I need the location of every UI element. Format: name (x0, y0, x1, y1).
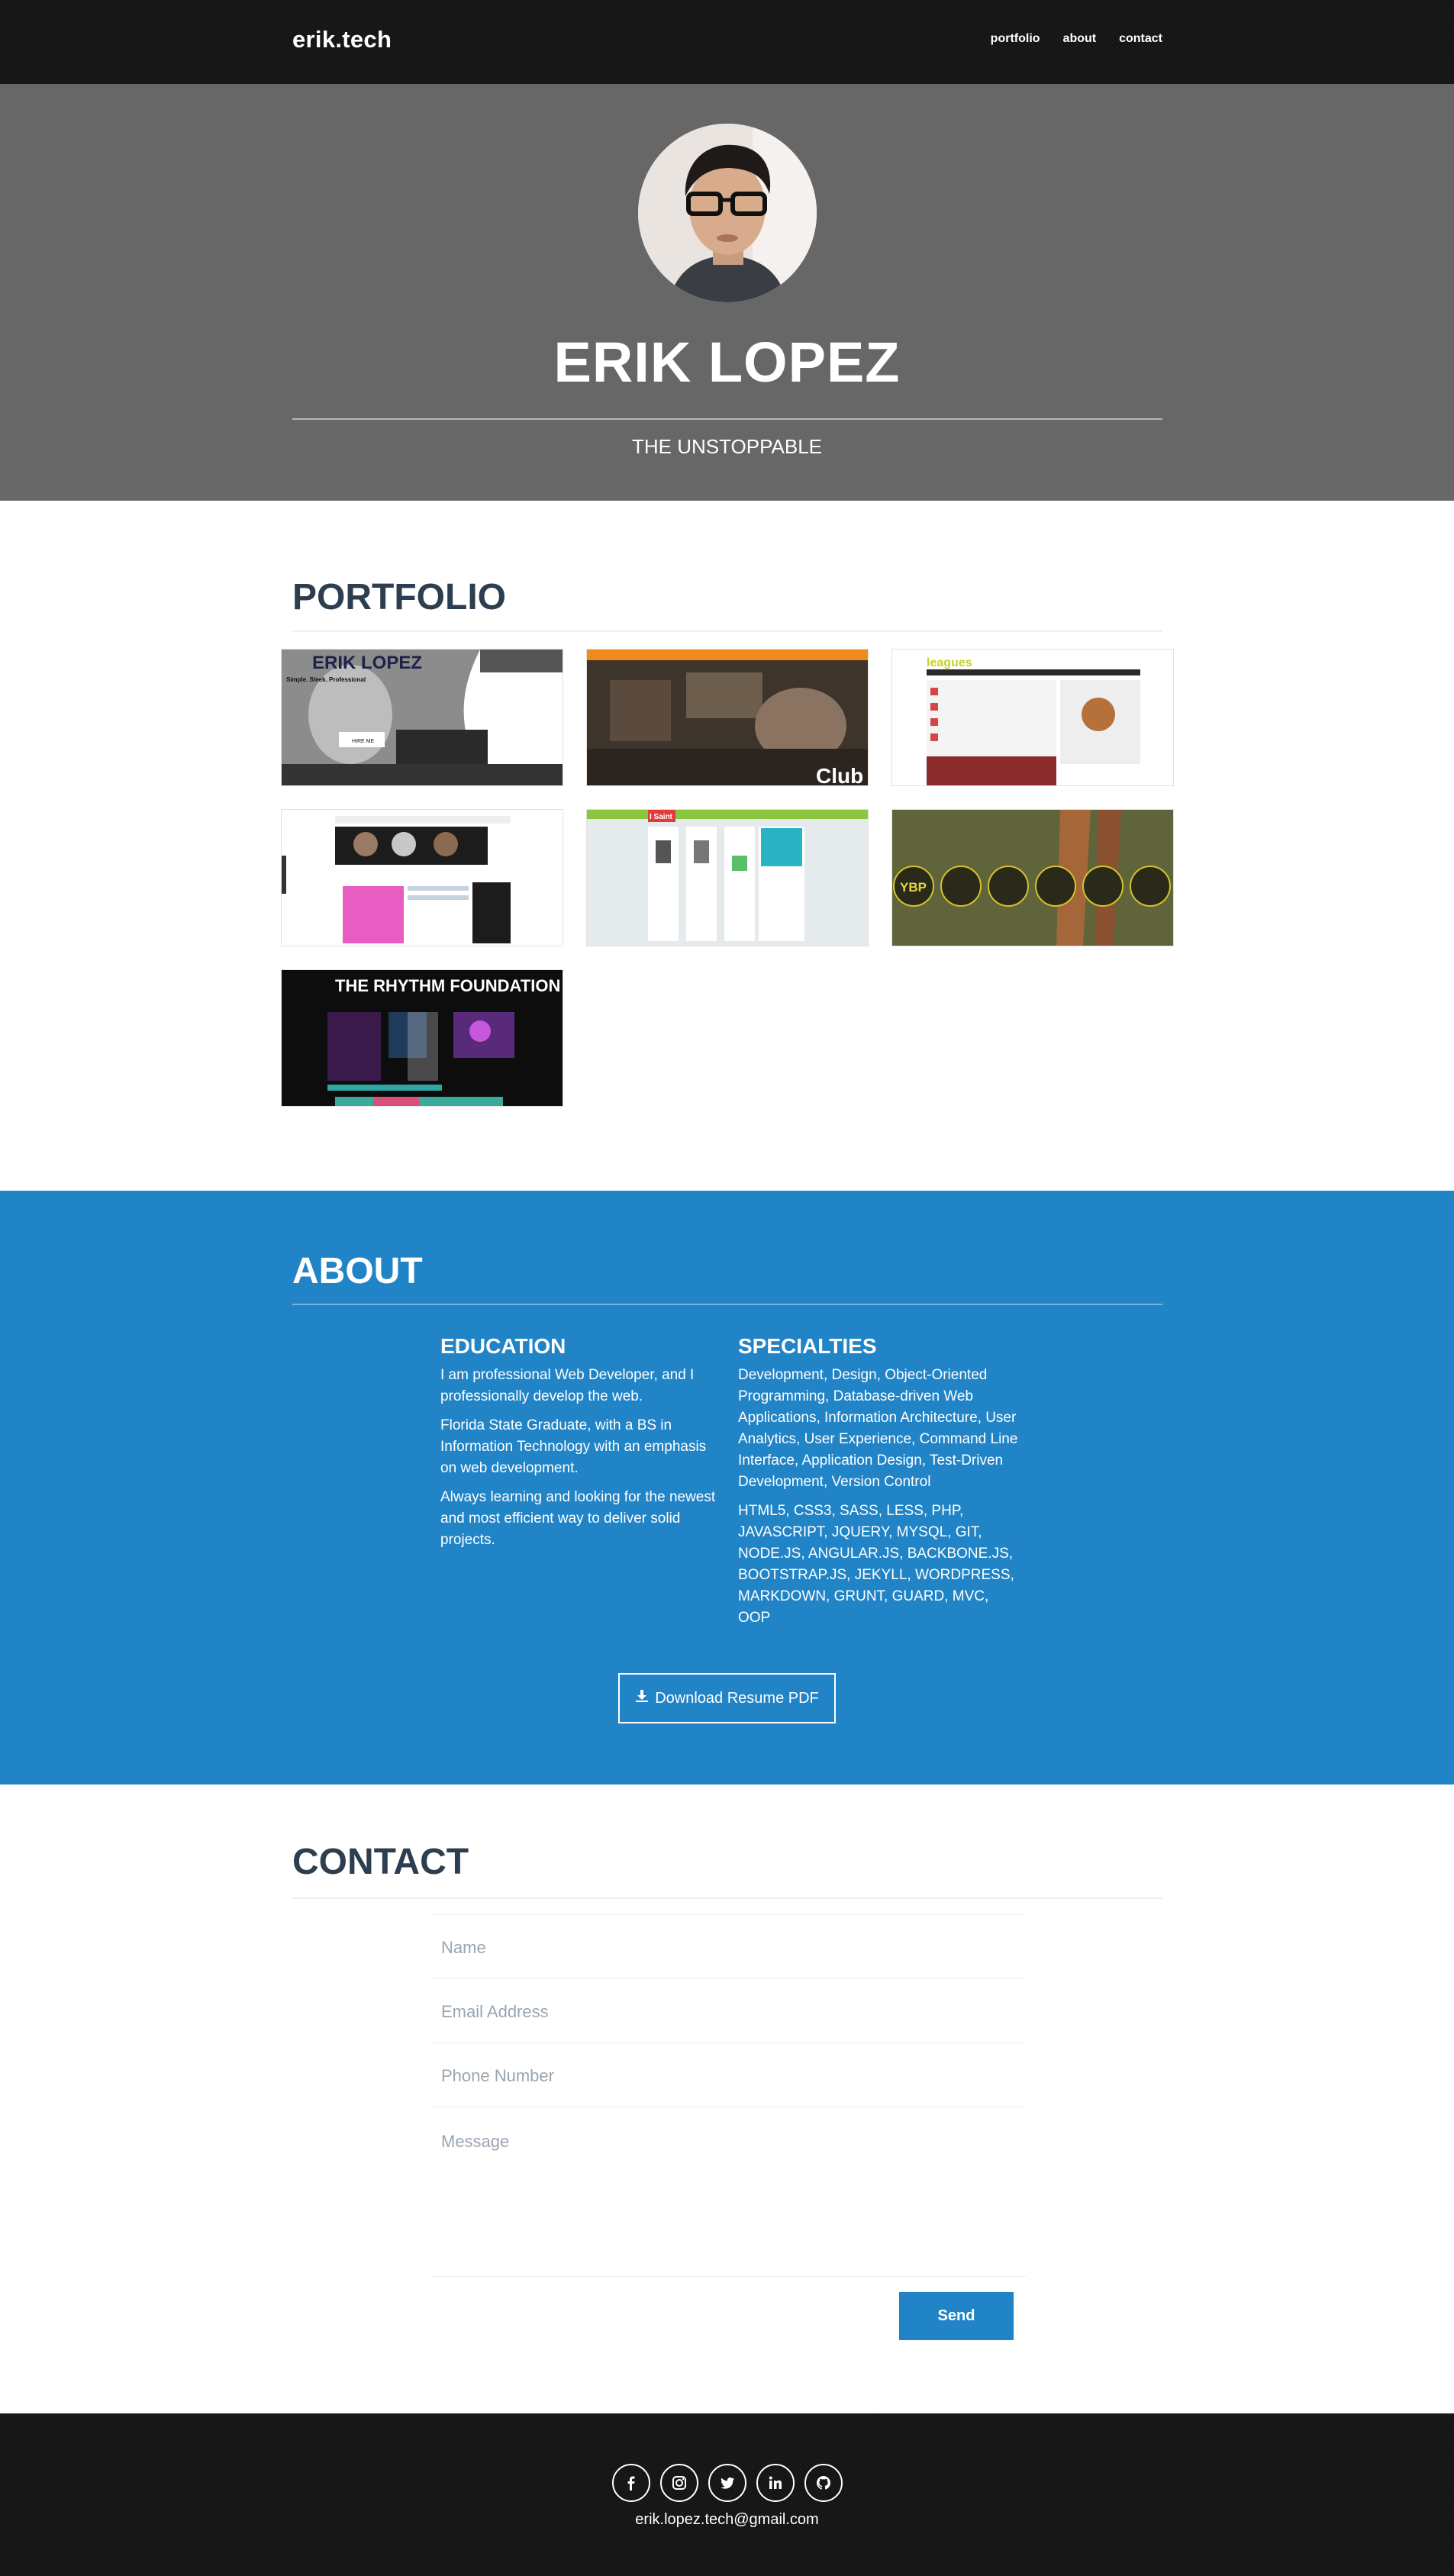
portfolio-thumb-image: I Saint (587, 810, 868, 946)
specialties-text: HTML5, CSS3, SASS, LESS, PHP, JAVASCRIPT… (738, 1503, 1014, 1626)
hero-section: ERIK LOPEZ THE UNSTOPPABLE (0, 84, 1454, 501)
avatar (638, 124, 817, 302)
instagram-icon[interactable] (659, 2464, 698, 2502)
education-column: EDUCATION I am professional Web Develope… (440, 1334, 723, 1559)
social-links (0, 2464, 1454, 2502)
twitter-icon[interactable] (708, 2464, 746, 2502)
linkedin-icon[interactable] (756, 2464, 795, 2502)
specialties-text: Development, Design, Object-Oriented Pro… (738, 1367, 1018, 1490)
thumb-title: Club (816, 764, 863, 786)
portfolio-item-club[interactable]: Club (586, 649, 869, 786)
nav-link-about[interactable]: about (1063, 32, 1097, 46)
facebook-icon[interactable] (611, 2464, 650, 2502)
thumb-title: ERIK LOPEZ (312, 653, 422, 673)
portfolio-thumb-image: Club (587, 650, 868, 786)
hero-name: ERIK LOPEZ (553, 330, 901, 394)
thumb-title: I Saint (650, 813, 673, 821)
nav-link-contact[interactable]: contact (1119, 32, 1162, 46)
footer-email[interactable]: erik.lopez.tech@gmail.com (0, 2511, 1454, 2529)
portfolio-item-isaint[interactable]: I Saint (586, 809, 869, 946)
portfolio-divider (292, 630, 1162, 632)
download-resume-label: Download Resume PDF (655, 1689, 819, 1707)
navbar: erik.tech portfolio about contact (0, 0, 1454, 84)
about-title: ABOUT (292, 1251, 423, 1291)
hero-tagline: THE UNSTOPPABLE (632, 435, 822, 458)
brand-logo[interactable]: erik.tech (292, 26, 392, 53)
specialties-column: SPECIALTIES Development, Design, Object-… (738, 1334, 1020, 1636)
portfolio-item-ybp[interactable]: YBP (891, 809, 1174, 946)
github-icon[interactable] (804, 2464, 843, 2502)
portfolio-thumb-image (282, 810, 563, 946)
thumb-title: YBP (900, 880, 927, 895)
portfolio-item-news-site[interactable] (281, 809, 563, 946)
email-field[interactable]: Email Address (430, 1979, 1026, 2043)
phone-field[interactable]: Phone Number (430, 2043, 1026, 2107)
download-icon (635, 1689, 649, 1707)
portfolio-thumb-image: ERIK LOPEZ Simple. Sleek. Professional H… (282, 650, 563, 785)
send-button[interactable]: Send (899, 2292, 1014, 2340)
portfolio-item-erik-lopez[interactable]: ERIK LOPEZ Simple. Sleek. Professional H… (281, 649, 563, 786)
svg-text:Simple. Sleek. Professional: Simple. Sleek. Professional (286, 676, 366, 683)
about-section: ABOUT EDUCATION I am professional Web De… (0, 1191, 1454, 1785)
portfolio-thumb-image: YBP (892, 810, 1173, 946)
portfolio-item-rhythm-foundation[interactable]: THE RHYTHM FOUNDATION (281, 969, 563, 1107)
nav-links: portfolio about contact (991, 32, 1162, 46)
portfolio-thumb-image: THE RHYTHM FOUNDATION (282, 970, 563, 1106)
thumb-title: leagues (927, 656, 972, 669)
portrait-image (638, 124, 817, 302)
education-text: I am professional Web Developer, and I p… (440, 1367, 695, 1404)
portfolio-thumb-image: leagues (892, 650, 1173, 785)
download-resume-button[interactable]: Download Resume PDF (618, 1673, 836, 1723)
education-heading: EDUCATION (440, 1334, 566, 1358)
footer: erik.lopez.tech@gmail.com (0, 2413, 1454, 2576)
contact-title: CONTACT (292, 1842, 469, 1882)
education-text: Always learning and looking for the newe… (440, 1489, 716, 1548)
portfolio-item-leagues[interactable]: leagues (891, 649, 1174, 786)
name-field[interactable]: Name (430, 1915, 1026, 1979)
about-divider (292, 1304, 1162, 1305)
message-field[interactable]: Message (430, 2107, 1026, 2277)
svg-text:HIRE ME: HIRE ME (352, 739, 375, 744)
contact-divider (292, 1897, 1162, 1899)
nav-link-portfolio[interactable]: portfolio (991, 32, 1040, 46)
portfolio-title: PORTFOLIO (292, 577, 506, 617)
hero-divider (292, 418, 1162, 420)
education-text: Florida State Graduate, with a BS in Inf… (440, 1417, 707, 1476)
specialties-heading: SPECIALTIES (738, 1334, 877, 1358)
thumb-title: THE RHYTHM FOUNDATION (335, 976, 560, 995)
